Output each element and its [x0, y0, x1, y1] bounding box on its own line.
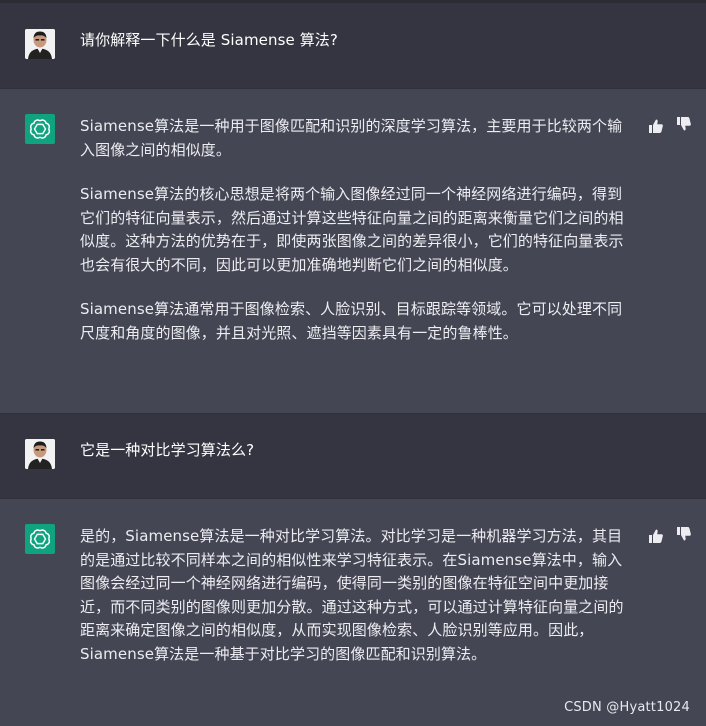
thumbs-up-icon[interactable]	[648, 118, 664, 134]
thumbs-up-icon[interactable]	[648, 528, 664, 544]
assistant-avatar	[25, 524, 55, 554]
user-avatar-photo	[25, 29, 55, 59]
answer-1-paragraph-1: Siamense算法是一种用于图像匹配和识别的深度学习算法，主要用于比较两个输入…	[80, 117, 623, 159]
assistant-message-text: 是的，Siamense算法是一种对比学习算法。对比学习是一种机器学习方法，其目的…	[80, 525, 632, 666]
user-avatar-photo	[25, 439, 55, 469]
user-message-row: 请你解释一下什么是 Siamense 算法?	[0, 3, 706, 88]
answer-2-paragraph-1: 是的，Siamense算法是一种对比学习算法。对比学习是一种机器学习方法，其目的…	[80, 527, 624, 663]
thumbs-down-icon[interactable]	[676, 526, 692, 542]
assistant-avatar	[25, 114, 55, 144]
thumbs-down-icon[interactable]	[676, 116, 692, 132]
user-message-text: 它是一种对比学习算法么?	[80, 439, 632, 463]
assistant-message-row: Siamense算法是一种用于图像匹配和识别的深度学习算法，主要用于比较两个输入…	[0, 89, 706, 413]
user-message-row: 它是一种对比学习算法么?	[0, 414, 706, 498]
watermark: CSDN @Hyatt1024	[564, 700, 690, 715]
user-question-1: 请你解释一下什么是 Siamense 算法?	[80, 31, 338, 49]
openai-logo-icon	[29, 119, 51, 139]
user-avatar	[25, 29, 55, 59]
answer-1-paragraph-3: Siamense算法通常用于图像检索、人脸识别、目标跟踪等领域。它可以处理不同尺…	[80, 300, 623, 342]
assistant-message-row: 是的，Siamense算法是一种对比学习算法。对比学习是一种机器学习方法，其目的…	[0, 499, 706, 726]
assistant-message-text: Siamense算法是一种用于图像匹配和识别的深度学习算法，主要用于比较两个输入…	[80, 115, 632, 345]
openai-logo-icon	[29, 529, 51, 549]
user-message-text: 请你解释一下什么是 Siamense 算法?	[80, 29, 632, 53]
user-question-2: 它是一种对比学习算法么?	[80, 441, 255, 459]
user-avatar	[25, 439, 55, 469]
answer-1-paragraph-2: Siamense算法的核心思想是将两个输入图像经过同一个神经网络进行编码，得到它…	[80, 185, 624, 274]
